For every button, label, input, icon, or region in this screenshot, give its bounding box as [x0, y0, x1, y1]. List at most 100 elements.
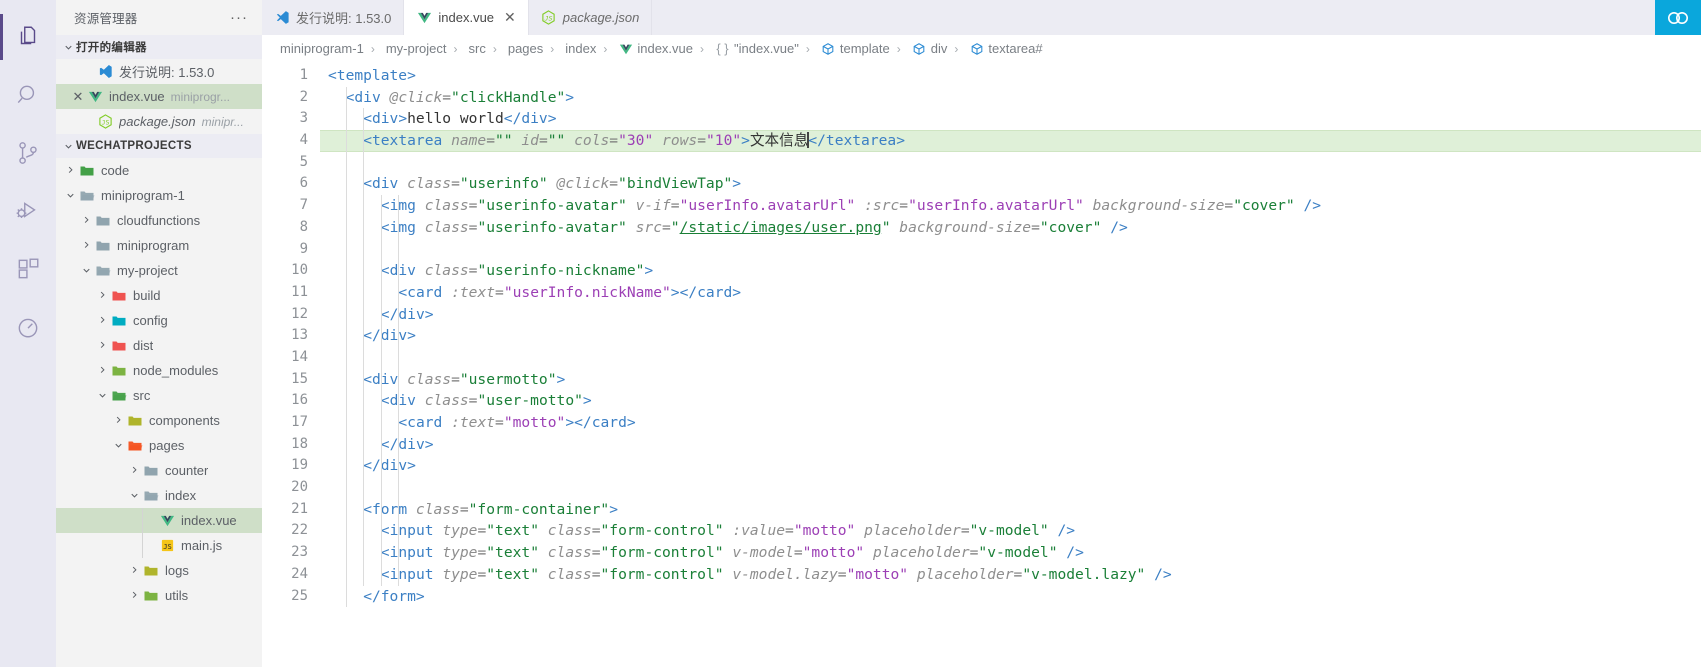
- line-number: 5: [299, 153, 308, 170]
- tab-package-json[interactable]: JS package.json: [528, 0, 653, 35]
- tree-item-main-js[interactable]: JS main.js: [56, 533, 262, 558]
- breadcrumb-item[interactable]: › index.vue: [596, 41, 693, 56]
- chevron-down-icon[interactable]: [126, 488, 142, 504]
- open-editor-package-json[interactable]: JS package.json minipr...: [56, 109, 262, 134]
- more-actions-icon[interactable]: ···: [230, 9, 254, 26]
- chevron-down-icon[interactable]: [110, 438, 126, 454]
- tree-item-components[interactable]: components: [56, 408, 262, 433]
- code-line[interactable]: <img class="userinfo-avatar" v-if="userI…: [320, 195, 1701, 217]
- chevron-right-icon[interactable]: [94, 313, 110, 329]
- tree-item-index-vue[interactable]: index.vue: [56, 508, 262, 533]
- breadcrumb-item[interactable]: › src: [447, 41, 486, 56]
- code-line[interactable]: <div class="user-motto">: [320, 390, 1701, 412]
- code-line[interactable]: <div class="userinfo-nickname">: [320, 260, 1701, 282]
- code-line[interactable]: <card :text="userInfo.nickName"></card>: [320, 282, 1701, 304]
- section-open-editors[interactable]: 打开的编辑器: [56, 35, 262, 59]
- tree-item-my-project[interactable]: my-project: [56, 258, 262, 283]
- chevron-right-icon[interactable]: [110, 413, 126, 429]
- tree-item-cloudfunctions[interactable]: cloudfunctions: [56, 208, 262, 233]
- tab-release-notes[interactable]: 发行说明: 1.53.0: [262, 0, 405, 35]
- code-line[interactable]: <input type="text" class="form-control" …: [320, 564, 1701, 586]
- code-content[interactable]: <template> <div @click="clickHandle"> <div…: [320, 62, 1701, 667]
- code-line[interactable]: [320, 477, 1701, 499]
- code-line[interactable]: <div>hello world</div>: [320, 108, 1701, 130]
- tree-item-index[interactable]: index: [56, 483, 262, 508]
- tree-item-label: index.vue: [181, 513, 237, 528]
- tab-index-vue[interactable]: index.vue ✕: [404, 0, 529, 35]
- code-line[interactable]: <input type="text" class="form-control" …: [320, 542, 1701, 564]
- tree-item-utils[interactable]: utils: [56, 583, 262, 608]
- chevron-right-icon[interactable]: [94, 363, 110, 379]
- chevron-right-icon[interactable]: [94, 338, 110, 354]
- chevron-down-icon[interactable]: [78, 263, 94, 279]
- code-line[interactable]: <div @click="clickHandle">: [320, 87, 1701, 109]
- tree-item-code[interactable]: code: [56, 158, 262, 183]
- code-editor[interactable]: 1 2 3 4 5 6 7 8 9 10 11 12 13 14 15 16 17 18 19 20 21 22 23 24 2…: [262, 62, 1701, 667]
- folder-icon: [78, 163, 96, 179]
- code-line[interactable]: <template>: [320, 65, 1701, 87]
- svg-text:JS: JS: [101, 118, 109, 126]
- breadcrumb-item[interactable]: › { } "index.vue": [693, 41, 799, 56]
- chevron-right-icon[interactable]: [62, 163, 78, 179]
- chevron-right-icon[interactable]: [94, 288, 110, 304]
- section-wechatprojects[interactable]: WECHATPROJECTS: [56, 134, 262, 158]
- breadcrumb-item[interactable]: › pages: [486, 41, 543, 56]
- breadcrumb-label: "index.vue": [734, 41, 799, 56]
- code-line[interactable]: <card :text="motto"></card>: [320, 412, 1701, 434]
- chevron-right-icon[interactable]: [126, 563, 142, 579]
- code-line[interactable]: <input type="text" class="form-control" …: [320, 520, 1701, 542]
- code-line[interactable]: </div>: [320, 455, 1701, 477]
- breadcrumb-item[interactable]: › div: [890, 41, 948, 56]
- line-number: 2: [299, 88, 308, 105]
- chevron-down-icon[interactable]: [62, 188, 78, 204]
- code-line[interactable]: </div>: [320, 325, 1701, 347]
- tree-item-build[interactable]: build: [56, 283, 262, 308]
- tree-item-logs[interactable]: logs: [56, 558, 262, 583]
- tree-item-pages[interactable]: pages: [56, 433, 262, 458]
- test-icon[interactable]: [0, 298, 56, 356]
- code-line[interactable]: </div>: [320, 434, 1701, 456]
- tree-item-counter[interactable]: counter: [56, 458, 262, 483]
- code-line[interactable]: <textarea name="" id="" cols="30" rows="…: [320, 130, 1701, 152]
- chevron-right-icon[interactable]: [126, 463, 142, 479]
- folder-icon: [142, 563, 160, 579]
- tree-item-node-modules[interactable]: node_modules: [56, 358, 262, 383]
- code-line[interactable]: </form>: [320, 586, 1701, 608]
- source-control-icon[interactable]: [0, 124, 56, 182]
- accessibility-icon[interactable]: [1655, 0, 1701, 35]
- breadcrumb-item[interactable]: › my-project: [364, 41, 447, 56]
- extensions-icon[interactable]: [0, 240, 56, 298]
- code-line[interactable]: <div class="usermotto">: [320, 369, 1701, 391]
- open-editor-release-notes[interactable]: 发行说明: 1.53.0: [56, 59, 262, 84]
- tree-item-miniprogram-1[interactable]: miniprogram-1: [56, 183, 262, 208]
- open-editor-index-vue[interactable]: ✕ index.vue miniprogr...: [56, 84, 262, 109]
- tree-item-miniprogram[interactable]: miniprogram: [56, 233, 262, 258]
- chevron-down-icon[interactable]: [94, 388, 110, 404]
- run-debug-icon[interactable]: [0, 182, 56, 240]
- code-line[interactable]: </div>: [320, 304, 1701, 326]
- breadcrumb-separator-icon: ›: [603, 41, 608, 56]
- code-line[interactable]: <form class="form-container">: [320, 499, 1701, 521]
- search-icon[interactable]: [0, 66, 56, 124]
- explorer-icon[interactable]: [0, 8, 56, 66]
- chevron-right-icon[interactable]: [78, 238, 94, 254]
- code-line[interactable]: [320, 347, 1701, 369]
- chevron-right-icon[interactable]: [78, 213, 94, 229]
- close-icon[interactable]: ✕: [70, 89, 86, 105]
- tree-item-config[interactable]: config: [56, 308, 262, 333]
- line-number: 15: [291, 370, 308, 387]
- breadcrumb-item[interactable]: › index: [543, 41, 596, 56]
- breadcrumb-item[interactable]: › textarea#: [947, 41, 1042, 56]
- code-line[interactable]: [320, 152, 1701, 174]
- svg-text:JS: JS: [163, 542, 171, 551]
- code-line[interactable]: <img class="userinfo-avatar" src="/stati…: [320, 217, 1701, 239]
- breadcrumb-item[interactable]: miniprogram-1: [280, 41, 364, 56]
- tree-item-dist[interactable]: dist: [56, 333, 262, 358]
- tree-item-src[interactable]: src: [56, 383, 262, 408]
- chevron-right-icon[interactable]: [126, 588, 142, 604]
- breadcrumb-item[interactable]: › template: [799, 41, 890, 56]
- sidebar: 资源管理器 ··· 打开的编辑器 发行说明: 1.53.0 ✕ index.vu…: [56, 0, 262, 667]
- code-line[interactable]: [320, 239, 1701, 261]
- code-line[interactable]: <div class="userinfo" @click="bindViewTa…: [320, 173, 1701, 195]
- tab-close-icon[interactable]: ✕: [504, 9, 516, 26]
